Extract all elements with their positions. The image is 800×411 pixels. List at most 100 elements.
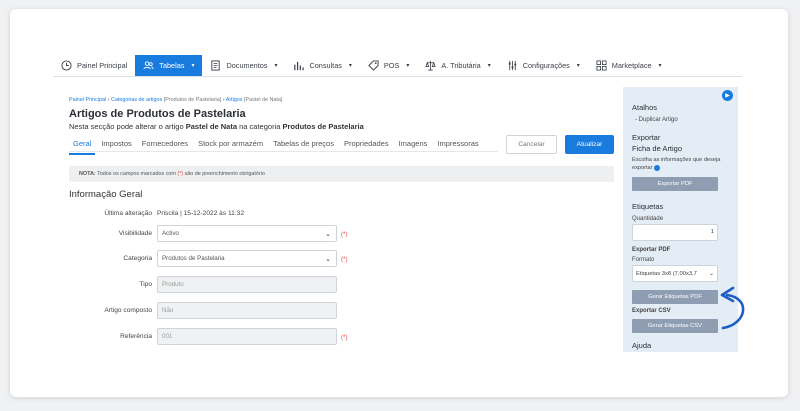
tag-icon [368,60,379,71]
chevron-down-icon: ⌄ [708,271,714,277]
nav-label: Documentos [226,61,268,70]
labels-title: Etiquetas [632,202,664,211]
nav-label: POS [383,61,400,70]
breadcrumb-separator: › [107,97,110,103]
section-title-general-info: Informação Geral [69,189,143,200]
export-title: Exportar [632,133,661,142]
export-pdf-button[interactable]: Exportar PDF [632,177,718,191]
nav-label: Marketplace [611,61,652,70]
scales-icon [425,60,437,71]
play-icon[interactable]: ▶ [722,90,733,101]
chevron-down-icon: ▾ [191,63,195,69]
required-mark: (*) [341,231,348,238]
nav-item-configuracoes[interactable]: Configurações ▾ [499,55,588,76]
chevron-down-icon: ▾ [406,63,410,69]
last-change-label: Última alteração [104,210,152,217]
export-subtitle: Ficha de Artigo [632,144,683,153]
reference-value: 001 [162,333,173,340]
labels-export-pdf-label: Exportar PDF [632,247,671,253]
breadcrumb-link-painel[interactable]: Painel Principal [69,97,106,103]
main-nav: Painel Principal Tabelas ▾ Documentos ▾ … [53,55,742,77]
category-selected-value: Produtos de Pastelaria [162,255,225,262]
breadcrumb-separator: › [222,97,225,103]
nav-item-consultas[interactable]: Consultas ▾ [285,55,359,76]
tabs-divider [69,151,498,152]
required-fields-note: NOTA: Todos os campos marcados com (*) s… [69,166,614,182]
bar-chart-icon [294,61,305,71]
subtitle-category: Produtos de Pastelaria [282,122,364,131]
breadcrumb-link-categorias[interactable]: Categorias de artigos [111,97,162,103]
clock-icon [61,60,72,71]
tab-impostos[interactable]: Impostos [97,137,135,155]
nav-item-documentos[interactable]: Documentos ▾ [202,55,285,76]
subtitle-prefix: Nesta secção pode alterar o artigo [69,122,184,131]
main-content: Painel Principal › Categorias de artigos… [53,87,623,352]
nav-label: Tabelas [159,61,185,70]
export-description: Escolha as informações que deseja export… [632,156,722,172]
required-mark: (*) [341,256,348,263]
quantity-value: 1 [710,229,714,235]
tab-fornecedores[interactable]: Fornecedores [138,137,192,155]
visibility-label: Visibilidade [118,230,152,237]
reference-field: 001 [157,328,337,345]
tab-imagens[interactable]: Imagens [395,137,432,155]
chevron-down-icon: ⌄ [325,255,331,263]
nav-label: Consultas [309,61,342,70]
visibility-selected-value: Activo [162,230,179,237]
type-field: Produto [157,276,337,293]
nav-label: A. Tributária [441,61,481,70]
chevron-down-icon: ▾ [658,63,662,69]
breadcrumb: Painel Principal › Categorias de artigos… [69,97,282,103]
nav-item-tabelas[interactable]: Tabelas ▾ [135,55,203,76]
note-label: NOTA: [79,171,96,177]
update-button[interactable]: Atualizar [565,135,614,154]
category-label: Categoria [123,255,152,262]
tab-geral[interactable]: Geral [69,137,96,155]
format-label: Formato [632,257,655,263]
grid-icon [596,60,607,71]
tab-stock-por-armazem[interactable]: Stock por armazém [194,137,267,155]
note-required-mark: (*) [177,171,184,177]
composite-label: Artigo composto [104,307,152,314]
tab-tabelas-de-precos[interactable]: Tabelas de preços [269,137,338,155]
curved-arrow-icon [720,286,745,330]
chevron-down-icon: ▾ [487,63,491,69]
reference-label: Referência [120,333,152,340]
breadcrumb-link-artigos[interactable]: Artigos [226,97,243,103]
breadcrumb-category-name: [Produtos de Pastelaria] [163,97,222,103]
quantity-input[interactable]: 1 [632,224,718,241]
chevron-down-icon: ▾ [274,63,278,69]
chevron-down-icon: ▾ [576,63,580,69]
tab-impressoras[interactable]: Impressoras [433,137,482,155]
export-description-text: Escolha as informações que deseja export… [632,157,721,171]
subtitle-middle: na categoria [239,122,281,131]
nav-item-marketplace[interactable]: Marketplace ▾ [588,55,670,76]
note-text-after: são de preenchimento obrigatório [184,171,265,177]
nav-item-painel-principal[interactable]: Painel Principal [53,55,135,76]
chevron-down-icon: ⌄ [325,230,331,238]
nav-item-pos[interactable]: POS ▾ [360,55,417,76]
cancel-button[interactable]: Cancelar [506,135,557,154]
category-select[interactable]: Produtos de Pastelaria ⌄ [157,250,337,267]
duplicate-article-link[interactable]: - Duplicar Artigo [635,117,678,123]
tab-bar: Geral Impostos Fornecedores Stock por ar… [69,137,485,155]
nav-label: Configurações [522,61,570,70]
visibility-select[interactable]: Activo ⌄ [157,225,337,242]
chevron-down-icon: ▾ [348,63,352,69]
tab-propriedades[interactable]: Propriedades [340,137,393,155]
shortcuts-title: Atalhos [632,103,658,112]
help-icon[interactable] [654,164,661,171]
labels-export-csv-label: Exportar CSV [632,308,671,314]
users-icon [143,61,154,70]
type-label: Tipo [139,281,152,288]
nav-item-autoridade-tributaria[interactable]: A. Tributária ▾ [417,55,498,76]
format-selected-value: Etiquetas 3x8 (7,00x3,7 [636,270,697,277]
page-title: Artigos de Produtos de Pastelaria [69,108,246,120]
nav-label: Painel Principal [77,61,128,70]
breadcrumb-article-name: [Pastel de Nata] [244,97,283,103]
sliders-icon [508,60,516,71]
document-icon [211,60,221,71]
format-select[interactable]: Etiquetas 3x8 (7,00x3,7 ⌄ [632,265,718,282]
quantity-label: Quantidade [632,216,664,222]
composite-field: Não [157,302,337,319]
